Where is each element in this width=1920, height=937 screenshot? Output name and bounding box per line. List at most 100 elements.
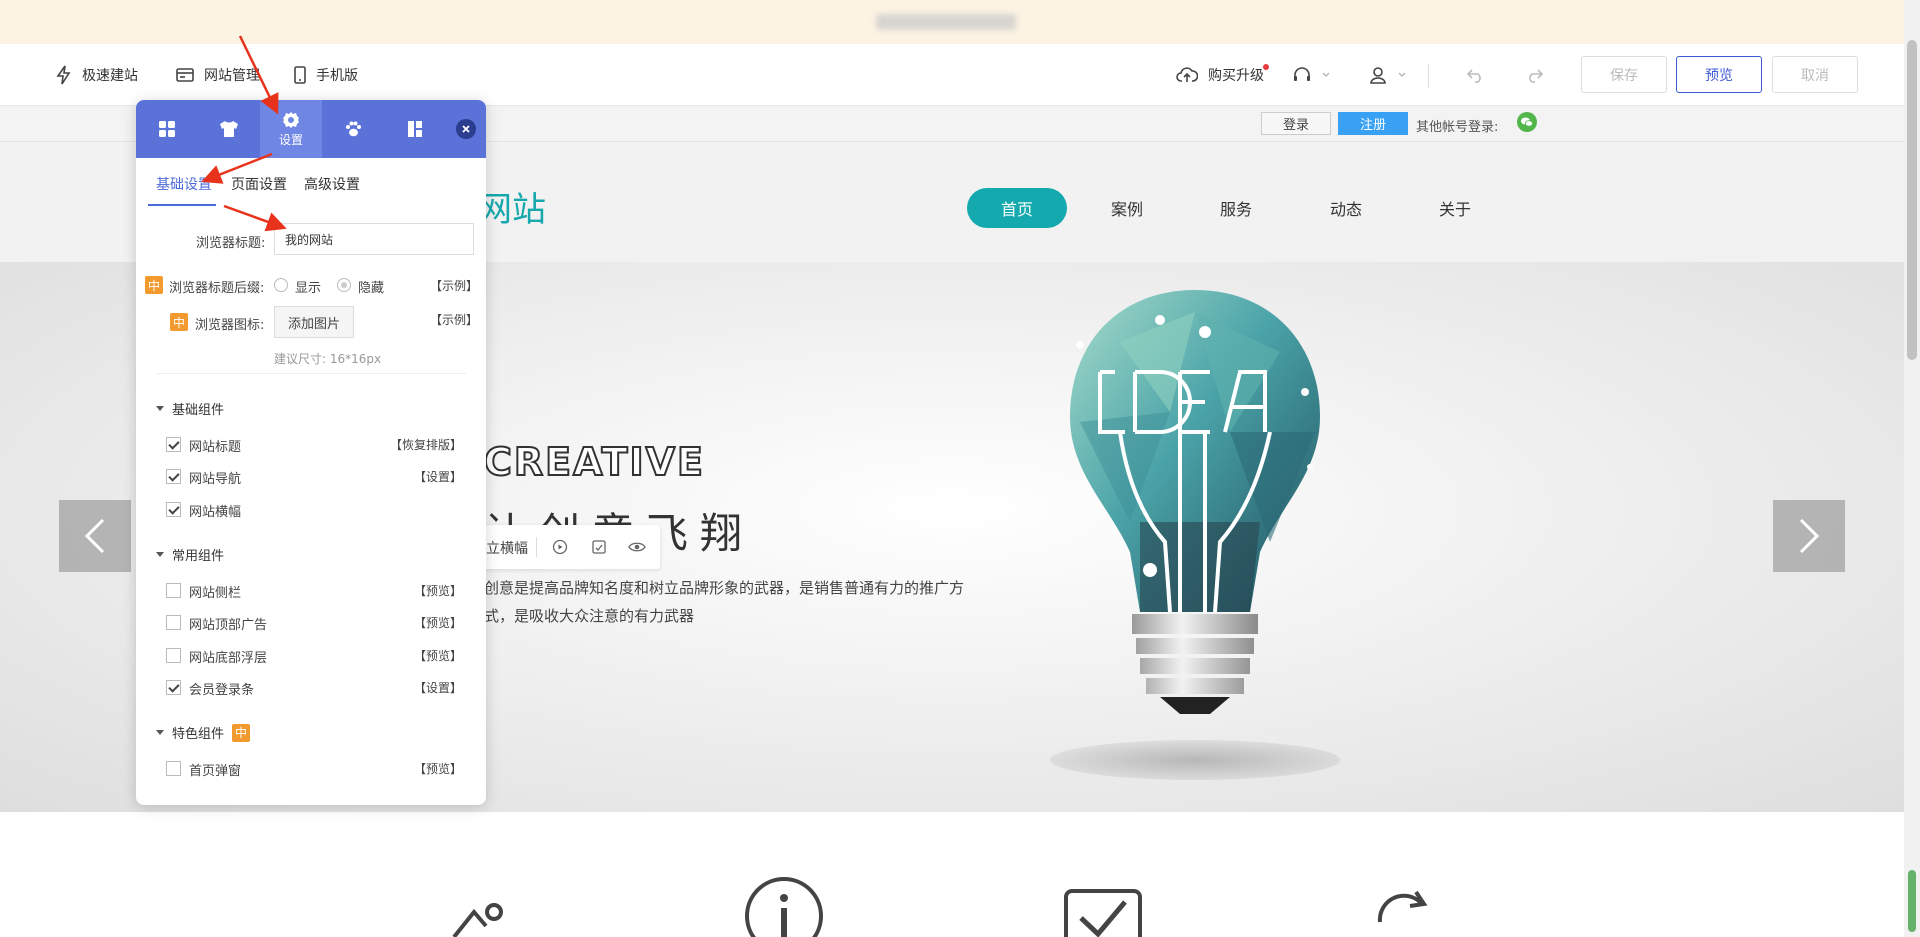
chevron-left-icon [84,518,105,554]
chevron-down-icon [1322,72,1330,77]
cancel-button[interactable]: 取消 [1772,56,1858,93]
component-home-popup: 首页弹窗 【预览】 [166,760,462,779]
site-nav-label: 网站导航 [189,472,242,487]
suffix-hide-radio[interactable] [337,278,351,292]
wechat-icon[interactable] [1517,112,1537,132]
nav-news[interactable]: 动态 [1296,188,1396,228]
user-icon [1370,67,1386,84]
lightbulb-illustration [1070,290,1320,714]
subtab-basic[interactable]: 基础设置 [156,174,212,194]
register-button[interactable]: 注册 [1338,112,1408,135]
bottom-float-checkbox[interactable] [166,648,181,663]
home-popup-preview-link[interactable]: 【预览】 [414,760,462,777]
site-nav-checkbox[interactable] [166,469,181,484]
site-banner-checkbox[interactable] [166,502,181,517]
browser-icon-label: 浏览器图标: [195,318,265,333]
browser-title-input[interactable] [274,223,474,255]
suffix-hide-label: 隐藏 [358,281,385,296]
zh-tag: 中 [170,313,188,331]
phone-icon [294,66,306,84]
other-login-label: 其他帐号登录: [1416,120,1499,135]
bottom-float-label: 网站底部浮层 [189,651,268,666]
bottom-float-preview-link[interactable]: 【预览】 [414,647,462,664]
suffix-example-link[interactable]: 【示例】 [430,277,478,294]
sidebar-preview-link[interactable]: 【预览】 [414,582,462,599]
preview-button[interactable]: 预览 [1676,56,1762,93]
vertical-scrollbar[interactable] [1904,0,1920,937]
refresh-icon [1377,890,1428,923]
home-popup-checkbox[interactable] [166,761,181,776]
nav-cases[interactable]: 案例 [1077,188,1177,228]
caret-down-icon [156,406,164,411]
subtab-advanced[interactable]: 高级设置 [304,174,360,194]
site-manage-button[interactable]: 网站管理 [176,64,260,86]
banner-next-button[interactable] [1773,500,1845,572]
support-menu[interactable] [1292,64,1340,86]
quick-build-button[interactable]: 极速建站 [56,64,138,86]
tab-theme[interactable] [198,100,260,158]
gear-icon [283,111,299,128]
site-banner-label: 网站横幅 [189,505,242,520]
title-suffix-label: 浏览器标题后缀: [169,281,265,296]
undo-button[interactable] [1466,64,1496,86]
top-ad-checkbox[interactable] [166,615,181,630]
group-common-title[interactable]: 常用组件 [156,545,224,564]
chevron-down-icon [1398,72,1406,77]
component-bottom-float: 网站底部浮层 【预览】 [166,647,462,666]
nav-settings-link[interactable]: 【设置】 [414,468,462,485]
tab-features[interactable] [322,100,384,158]
redo-button[interactable] [1524,64,1554,86]
panel-tab-bar: 设置 [136,100,486,158]
site-logo-text[interactable]: 网站 [478,182,546,231]
mountain-flag-icon [452,903,503,937]
login-button[interactable]: 登录 [1261,112,1331,135]
scrollbar-thumb[interactable] [1907,40,1917,360]
mobile-label: 手机版 [316,68,358,84]
settings-subtabs: 基础设置 页面设置 高级设置 [136,158,486,208]
group-special-title[interactable]: 特色组件中 [156,723,251,742]
member-login-checkbox[interactable] [166,680,181,695]
toolbar-divider [1428,64,1429,88]
top-ad-preview-link[interactable]: 【预览】 [414,614,462,631]
image-frame-icon[interactable] [591,539,607,555]
bulb-shadow [1050,740,1340,780]
icon-example-link[interactable]: 【示例】 [430,311,478,328]
save-button[interactable]: 保存 [1581,56,1667,93]
add-image-button[interactable]: 添加图片 [274,306,354,338]
restore-layout-link[interactable]: 【恢复排版】 [390,436,462,453]
sidebar-checkbox[interactable] [166,583,181,598]
nav-services[interactable]: 服务 [1186,188,1286,228]
suffix-show-radio[interactable] [274,278,288,292]
member-login-settings-link[interactable]: 【设置】 [414,679,462,696]
subtab-indicator [148,204,216,206]
site-title-checkbox[interactable] [166,437,181,452]
account-menu[interactable] [1368,64,1416,86]
tab-settings-label: 设置 [278,132,303,147]
member-login-label: 会员登录条 [189,683,255,698]
caret-down-icon [156,552,164,557]
window-icon [176,68,194,82]
banner-tool-label[interactable]: 立横幅 [486,538,528,558]
suffix-show-label: 显示 [295,281,322,296]
play-circle-icon[interactable] [552,539,568,555]
tab-modules[interactable] [136,100,198,158]
close-panel-button[interactable] [456,119,476,139]
eye-icon[interactable] [628,539,646,555]
group-basic-title[interactable]: 基础组件 [156,399,224,418]
buy-upgrade-button[interactable]: 购买升级 [1176,64,1264,86]
subtab-page[interactable]: 页面设置 [231,174,287,194]
group-common-label: 常用组件 [172,549,225,564]
blurred-url [876,14,1016,30]
component-site-nav: 网站导航 【设置】 [166,468,462,487]
nav-about[interactable]: 关于 [1405,188,1505,228]
mobile-button[interactable]: 手机版 [294,64,358,86]
close-icon [462,125,470,133]
grid-icon [159,121,175,137]
tab-settings[interactable]: 设置 [260,100,322,158]
component-site-title: 网站标题 【恢复排版】 [166,436,462,455]
banner-heading: CREATIVE [483,439,705,485]
tab-pages[interactable] [384,100,446,158]
paw-icon [346,121,361,137]
banner-prev-button[interactable] [59,500,131,572]
nav-home[interactable]: 首页 [967,188,1067,228]
